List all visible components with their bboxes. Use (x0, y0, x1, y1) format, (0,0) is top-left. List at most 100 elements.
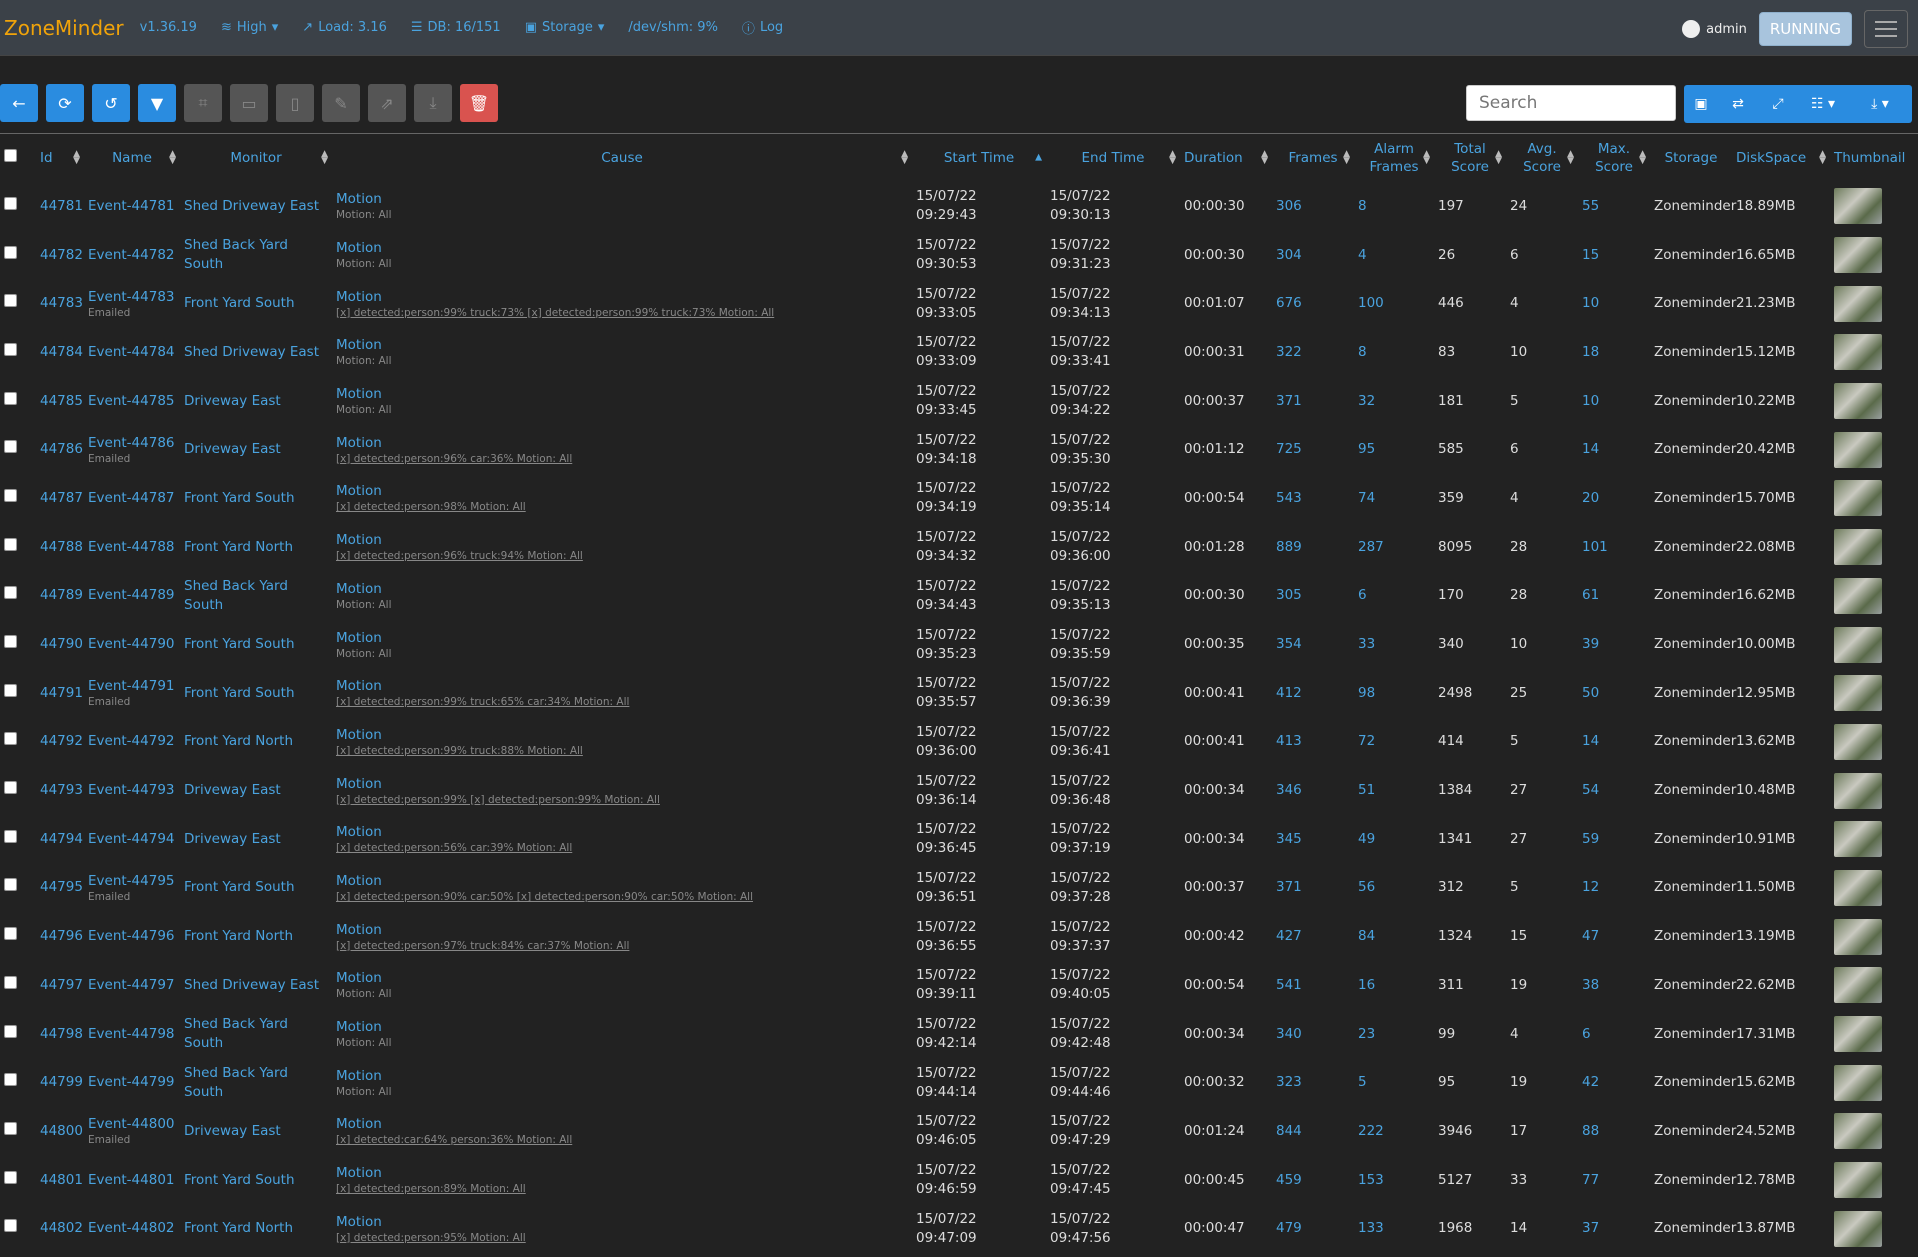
frames-link[interactable]: 371 (1276, 393, 1302, 409)
alarm-frames-link[interactable]: 133 (1358, 1220, 1384, 1236)
alarm-frames-link[interactable]: 49 (1358, 831, 1375, 847)
table-row[interactable]: 44793 Event-44793 Driveway East Motion [x… (0, 766, 1918, 815)
monitor-link[interactable]: Shed Back Yard South (184, 1065, 288, 1100)
col-total-score[interactable]: Total Score ▲ ▼ (1434, 134, 1506, 182)
max-score-link[interactable]: 47 (1582, 928, 1599, 944)
table-row[interactable]: 44802 Event-44802 Front Yard North Motio… (0, 1204, 1918, 1253)
event-thumbnail[interactable] (1834, 1016, 1882, 1053)
event-thumbnail[interactable] (1834, 480, 1882, 517)
cause-link[interactable]: Motion (336, 1067, 908, 1086)
event-name-link[interactable]: Event-44801 (88, 1172, 175, 1188)
table-row[interactable]: 44801 Event-44801 Front Yard South Motio… (0, 1156, 1918, 1205)
event-thumbnail[interactable] (1834, 675, 1882, 712)
event-id-link[interactable]: 44790 (40, 636, 83, 652)
export-button[interactable]: ⇗ (368, 84, 406, 122)
max-score-link[interactable]: 77 (1582, 1172, 1599, 1188)
table-row[interactable]: 44799 Event-44799 Shed Back Yard South M… (0, 1058, 1918, 1107)
frames-link[interactable]: 427 (1276, 928, 1302, 944)
event-name-link[interactable]: Event-44793 (88, 782, 175, 798)
event-name-link[interactable]: Event-44788 (88, 539, 175, 555)
max-score-link[interactable]: 15 (1582, 247, 1599, 263)
cause-link[interactable]: Motion (336, 482, 908, 501)
max-score-link[interactable]: 61 (1582, 587, 1599, 603)
event-name-link[interactable]: Event-44783 (88, 289, 175, 305)
table-row[interactable]: 44800 Event-44800 Emailed Driveway East M… (0, 1107, 1918, 1156)
cause-link[interactable]: Motion (336, 823, 908, 842)
row-checkbox[interactable] (4, 391, 17, 405)
max-score-link[interactable]: 14 (1582, 733, 1599, 749)
event-thumbnail[interactable] (1834, 285, 1882, 322)
delete-button[interactable]: 🗑 (460, 84, 498, 122)
frames-link[interactable]: 371 (1276, 879, 1302, 895)
storage-dropdown[interactable]: ▣ Storage ▾ (525, 20, 605, 35)
alarm-frames-link[interactable]: 8 (1358, 198, 1367, 214)
event-thumbnail[interactable] (1834, 431, 1882, 468)
event-name-link[interactable]: Event-44782 (88, 247, 175, 263)
row-checkbox[interactable] (4, 488, 17, 502)
table-row[interactable]: 44796 Event-44796 Front Yard North Motio… (0, 912, 1918, 961)
cause-link[interactable]: Motion (336, 531, 908, 550)
download-button[interactable]: ⤓ (414, 84, 452, 122)
max-score-link[interactable]: 50 (1582, 685, 1599, 701)
event-id-link[interactable]: 44797 (40, 977, 83, 993)
event-thumbnail[interactable] (1834, 821, 1882, 858)
event-thumbnail[interactable] (1834, 577, 1882, 614)
run-state-button[interactable]: RUNNING (1758, 12, 1852, 46)
frames-link[interactable]: 676 (1276, 295, 1302, 311)
monitor-link[interactable]: Shed Driveway East (184, 977, 319, 993)
monitor-link[interactable]: Front Yard North (184, 1220, 293, 1236)
paginate-toggle-button[interactable]: ▣ (1684, 85, 1718, 123)
table-row[interactable]: 44791 Event-44791 Emailed Front Yard Sout… (0, 669, 1918, 718)
frames-link[interactable]: 413 (1276, 733, 1302, 749)
max-score-link[interactable]: 54 (1582, 782, 1599, 798)
col-alarm-frames[interactable]: Alarm Frames ▲ ▼ (1354, 134, 1434, 182)
alarm-frames-link[interactable]: 72 (1358, 733, 1375, 749)
table-row[interactable]: 44781 Event-44781 Shed Driveway East Mot… (0, 182, 1918, 231)
monitor-link[interactable]: Front Yard North (184, 928, 293, 944)
event-thumbnail[interactable] (1834, 529, 1882, 566)
event-id-link[interactable]: 44793 (40, 782, 83, 798)
event-thumbnail[interactable] (1834, 723, 1882, 760)
event-id-link[interactable]: 44801 (40, 1172, 83, 1188)
table-row[interactable]: 44788 Event-44788 Front Yard North Motio… (0, 523, 1918, 572)
monitor-link[interactable]: Front Yard South (184, 490, 295, 506)
row-checkbox[interactable] (4, 586, 17, 600)
col-avg-score[interactable]: Avg. Score ▲ ▼ (1506, 134, 1578, 182)
col-duration[interactable]: Duration ▲ ▼ (1180, 134, 1272, 182)
monitor-link[interactable]: Driveway East (184, 393, 281, 409)
row-checkbox[interactable] (4, 245, 17, 259)
event-name-link[interactable]: Event-44800 (88, 1116, 175, 1132)
event-name-link[interactable]: Event-44794 (88, 831, 175, 847)
event-id-link[interactable]: 44800 (40, 1123, 83, 1139)
max-score-link[interactable]: 6 (1582, 1026, 1591, 1042)
frames-link[interactable]: 305 (1276, 587, 1302, 603)
table-row[interactable]: 44795 Event-44795 Emailed Front Yard Sout… (0, 864, 1918, 913)
event-name-link[interactable]: Event-44796 (88, 928, 175, 944)
reset-button[interactable]: ↺ (92, 84, 130, 122)
cause-link[interactable]: Motion (336, 1164, 908, 1183)
row-checkbox[interactable] (4, 1024, 17, 1038)
cause-link[interactable]: Motion (336, 288, 908, 307)
event-thumbnail[interactable] (1834, 772, 1882, 809)
max-score-link[interactable]: 38 (1582, 977, 1599, 993)
col-start-time[interactable]: Start Time ▲ (912, 134, 1046, 182)
event-id-link[interactable]: 44784 (40, 344, 83, 360)
frames-link[interactable]: 354 (1276, 636, 1302, 652)
monitor-link[interactable]: Shed Back Yard South (184, 578, 288, 613)
event-thumbnail[interactable] (1834, 869, 1882, 906)
unarchive-button[interactable]: ▯ (276, 84, 314, 122)
monitor-link[interactable]: Front Yard South (184, 1172, 295, 1188)
cause-link[interactable]: Motion (336, 580, 908, 599)
monitor-link[interactable]: Driveway East (184, 441, 281, 457)
table-row[interactable]: 44798 Event-44798 Shed Back Yard South M… (0, 1010, 1918, 1059)
filter-button[interactable]: ▼ (138, 84, 176, 122)
frames-link[interactable]: 322 (1276, 344, 1302, 360)
row-checkbox[interactable] (4, 683, 17, 697)
frames-link[interactable]: 844 (1276, 1123, 1302, 1139)
max-score-link[interactable]: 37 (1582, 1220, 1599, 1236)
monitor-link[interactable]: Front Yard South (184, 685, 295, 701)
export-dropdown[interactable]: ⤓ ▾ (1848, 85, 1912, 123)
view-button[interactable]: ⌗ (184, 84, 222, 122)
monitor-link[interactable]: Driveway East (184, 782, 281, 798)
col-cause[interactable]: Cause ▲ ▼ (332, 134, 912, 182)
